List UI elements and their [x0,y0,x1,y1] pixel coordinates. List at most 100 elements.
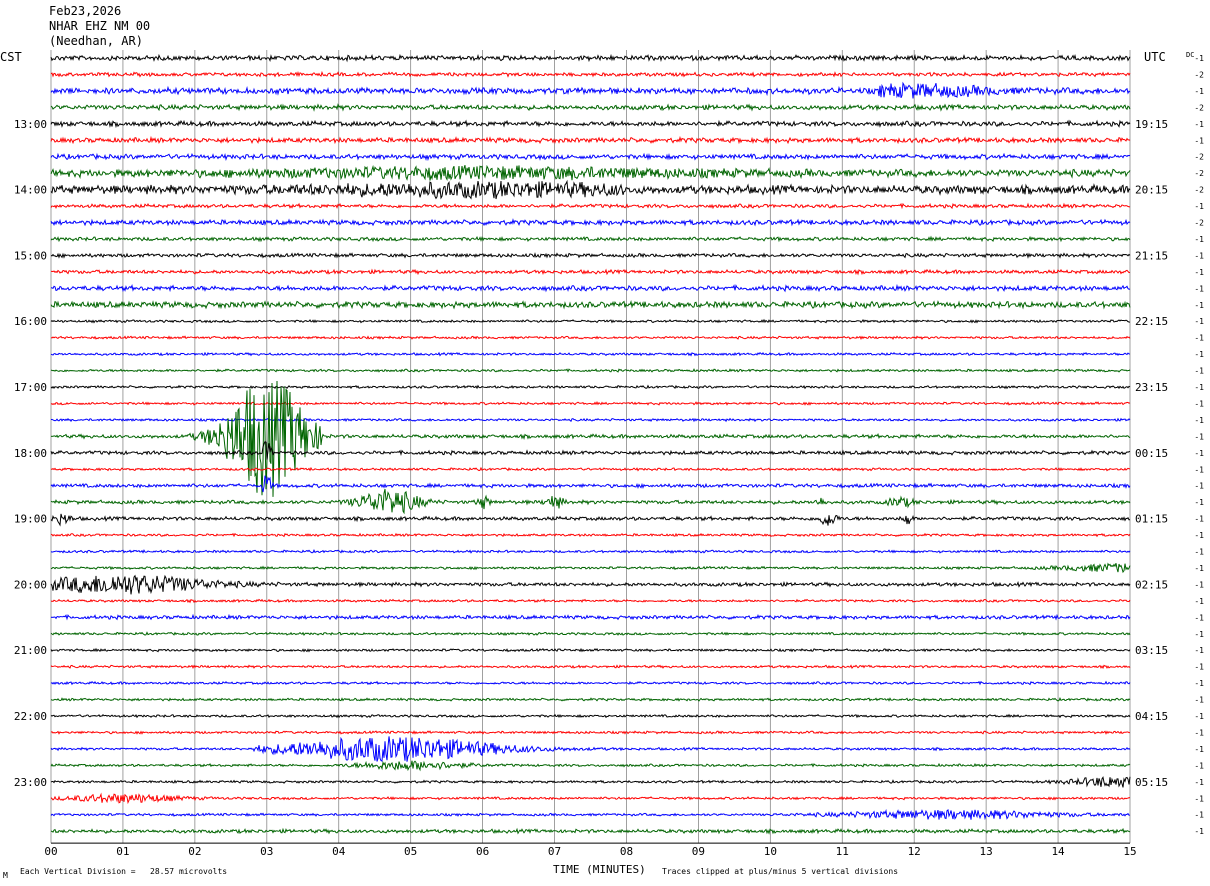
trace-line [50,466,1131,472]
trace-line [50,513,1131,527]
right-hour-label: 04:15 [1135,710,1168,723]
trace-line [50,70,1131,78]
trace-line [50,299,1131,310]
dc-offset-label: -1 [1194,449,1204,458]
dc-offset-label: -1 [1194,745,1204,754]
trace-line [50,475,1131,493]
trace-line [50,135,1131,145]
right-hour-label: 21:15 [1135,249,1168,262]
date-label: Feb23,2026 [49,4,122,18]
dc-offset-label: -2 [1194,169,1204,178]
left-hour-label: 21:00 [14,644,47,657]
dc-offset-label: -1 [1194,482,1204,491]
trace-line [50,283,1131,293]
dc-offset-label: -1 [1194,728,1204,737]
dc-offset-label: -1 [1194,630,1204,639]
trace-line [50,152,1131,162]
dc-offset-label: -1 [1194,465,1204,474]
trace-line [50,368,1131,373]
trace-line [50,713,1131,719]
left-hour-label: 22:00 [14,710,47,723]
dc-offset-label: -1 [1194,548,1204,557]
trace-line [50,318,1131,324]
right-hour-label: 20:15 [1135,184,1168,197]
trace-line [50,179,1131,200]
dc-offset-label: -1 [1194,284,1204,293]
dc-offset-label: -1 [1194,515,1204,524]
left-hour-label: 17:00 [14,381,47,394]
dc-offset-label: -1 [1194,136,1204,145]
trace-line [50,235,1131,243]
dc-offset-label: -1 [1194,399,1204,408]
trace-line [50,268,1131,276]
dc-offset-label: -1 [1194,251,1204,260]
x-tick-label: 03 [260,845,273,858]
trace-line [50,164,1131,182]
dc-offset-label: -1 [1194,811,1204,820]
dc-offset-label: -1 [1194,202,1204,211]
dc-offset-label: -2 [1194,186,1204,195]
x-tick-label: 13 [980,845,993,858]
trace-line [50,680,1131,686]
right-hour-label: 19:15 [1135,118,1168,131]
dc-offset-label: -1 [1194,432,1204,441]
dc-offset-label: -1 [1194,827,1204,836]
location-label: (Needhan, AR) [49,34,143,48]
clip-text: Traces clipped at plus/minus 5 vertical … [662,867,899,876]
dc-offset-label: -1 [1194,367,1204,376]
dc-offset-label: -1 [1194,580,1204,589]
trace-line [50,81,1131,99]
x-tick-label: 00 [44,845,57,858]
seismic-traces [50,53,1131,835]
trace-line [50,532,1131,538]
x-tick-label: 02 [188,845,201,858]
x-tick-label: 15 [1123,845,1136,858]
left-hour-label: 19:00 [14,513,47,526]
trace-line [50,760,1131,772]
dc-offset-label: -1 [1194,301,1204,310]
dc-offset-labels: -1 -2 -1 -2 -1 -1 -2 -2 -2 -1 -2 -1 -1 -1 -1 -1 -1 -1 -1 -1… [1194,54,1204,836]
left-hour-label: 23:00 [14,776,47,789]
trace-line [50,664,1131,670]
x-tick-label: 06 [476,845,489,858]
right-timezone-label: UTC [1144,50,1166,64]
x-axis-ticks: 00 01 02 03 04 05 06 07 08 09 10 11 12 13 14 15 [44,845,1136,858]
dc-offset-label: -1 [1194,416,1204,425]
trace-line [50,792,1131,805]
trace-line [50,53,1131,63]
dc-offset-label: -1 [1194,235,1204,244]
x-tick-label: 04 [332,845,346,858]
trace-line [50,384,1131,390]
dc-offset-label: -1 [1194,646,1204,655]
trace-line [50,776,1131,788]
trace-line [50,736,1131,762]
trace-line [50,119,1131,129]
trace-line [50,351,1131,357]
dc-offset-label: -1 [1194,597,1204,606]
trace-line [50,218,1131,227]
trace-line [50,598,1131,604]
helicorder-plot: 13:00 14:00 15:00 16:00 17:00 18:00 19:00 20:00… [14,50,1204,858]
x-tick-label: 05 [404,845,417,858]
right-hour-label: 03:15 [1135,644,1168,657]
trace-line [50,574,1131,595]
dc-offset-label: -1 [1194,268,1204,277]
dc-offset-label: -1 [1194,383,1204,392]
dc-offset-label: -1 [1194,761,1204,770]
dc-offset-label: -1 [1194,334,1204,343]
right-hour-label: 05:15 [1135,776,1168,789]
trace-line [50,808,1131,821]
corner-mark: M [3,871,8,880]
x-tick-label: 12 [908,845,921,858]
dc-offset-label: -1 [1194,613,1204,622]
dc-offset-label: -1 [1194,498,1204,507]
left-timezone-label: CST [0,50,22,64]
right-hour-label: 00:15 [1135,447,1168,460]
trace-line [50,697,1131,702]
dc-offset-label: -2 [1194,103,1204,112]
x-tick-label: 09 [692,845,705,858]
trace-line [50,202,1131,210]
dc-offset-label: -2 [1194,70,1204,79]
x-tick-label: 07 [548,845,561,858]
dc-offset-label: -1 [1194,531,1204,540]
